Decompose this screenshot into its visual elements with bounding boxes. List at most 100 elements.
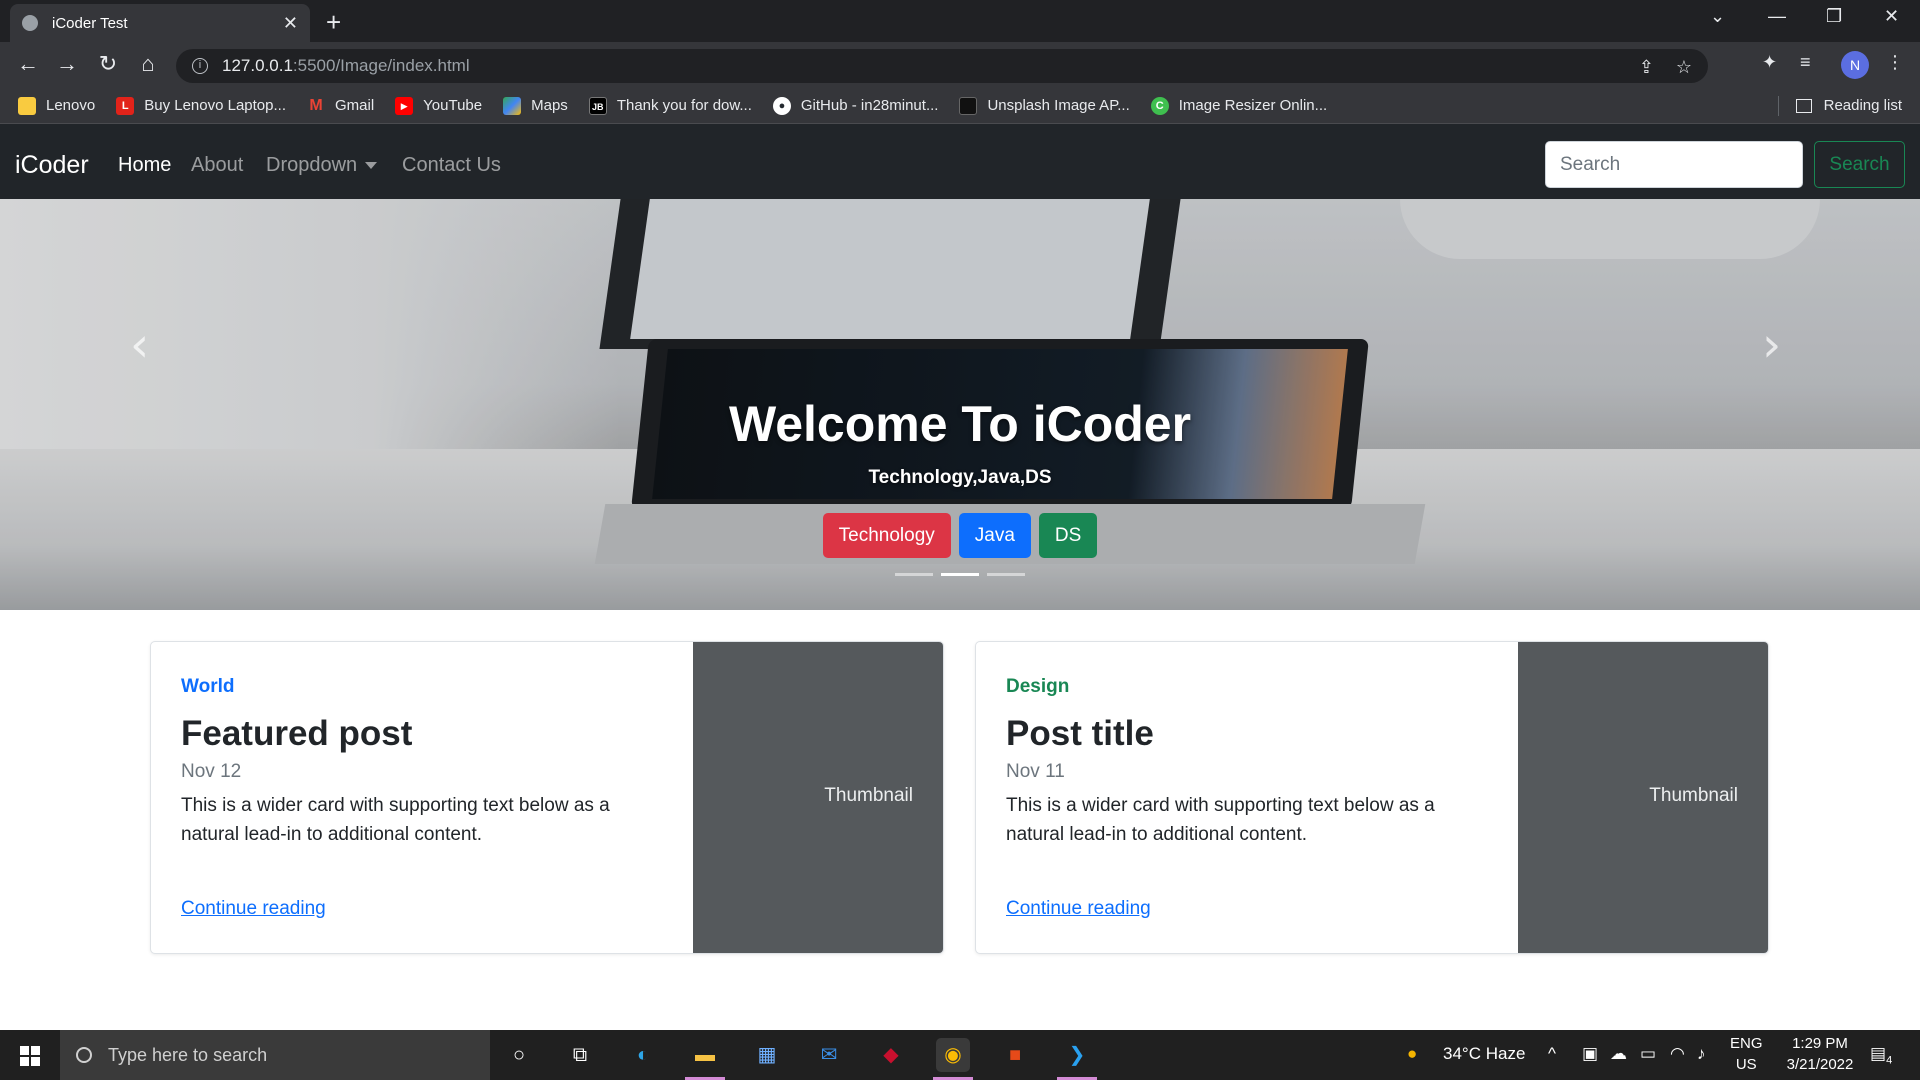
taskbar-search-placeholder: Type here to search: [108, 1044, 268, 1065]
technology-button[interactable]: Technology: [822, 513, 951, 558]
chrome-icon[interactable]: ◉: [936, 1038, 970, 1072]
bookmark-item[interactable]: ● GitHub - in28minut...: [772, 96, 939, 115]
ds-button[interactable]: DS: [1038, 513, 1098, 558]
bookmark-item[interactable]: Maps: [503, 96, 568, 115]
minimize-button[interactable]: —: [1768, 6, 1786, 27]
card-body: Design Post title Nov 11 This is a wider…: [976, 642, 1519, 953]
bookmark-star-icon[interactable]: ☆: [1676, 57, 1692, 78]
file-explorer-icon[interactable]: ▬: [688, 1038, 722, 1072]
store-icon[interactable]: ▦: [750, 1038, 784, 1072]
restore-button[interactable]: ❐: [1826, 6, 1842, 27]
close-window-button[interactable]: ✕: [1884, 6, 1899, 27]
new-tab-button[interactable]: +: [326, 7, 341, 38]
jetbrains-icon: JB: [588, 96, 607, 115]
java-button[interactable]: Java: [958, 513, 1031, 558]
carousel-indicator[interactable]: [895, 573, 933, 576]
nav-dropdown-label: Dropdown: [266, 154, 358, 176]
task-view-icon[interactable]: ⧉: [563, 1038, 597, 1072]
bookmark-label: Unsplash Image AP...: [987, 97, 1130, 114]
tab-search-icon[interactable]: ⌄: [1710, 6, 1725, 27]
extensions-icon[interactable]: ✦: [1762, 52, 1777, 73]
windows-start-icon[interactable]: [20, 1046, 40, 1066]
bookmark-label: GitHub - in28minut...: [800, 97, 939, 114]
bookmark-item[interactable]: L Buy Lenovo Laptop...: [116, 96, 286, 115]
card-body: World Featured post Nov 12 This is a wid…: [151, 642, 694, 953]
weather-icon[interactable]: ●: [1407, 1044, 1417, 1064]
site-info-icon[interactable]: i: [192, 58, 208, 74]
language-bottom: US: [1735, 1056, 1757, 1073]
onedrive-icon[interactable]: ☁: [1610, 1044, 1627, 1064]
meet-icon[interactable]: ▣: [1582, 1044, 1598, 1064]
url-path: :5500/Image/index.html: [292, 56, 470, 75]
search-input[interactable]: [1545, 141, 1803, 188]
back-button[interactable]: ←: [14, 51, 42, 77]
nav-home[interactable]: Home: [118, 154, 171, 177]
card-title: Featured post: [181, 714, 413, 753]
home-icon[interactable]: ⌂: [134, 51, 162, 77]
bookmark-item[interactable]: ▶ YouTube: [395, 96, 482, 115]
maps-icon: [503, 96, 522, 115]
gmail-icon: M: [309, 96, 323, 114]
menu-kebab-icon[interactable]: ⋮: [1886, 52, 1904, 73]
nav-contact[interactable]: Contact Us: [402, 154, 501, 177]
youtube-icon: ▶: [395, 96, 414, 115]
office-icon[interactable]: ■: [998, 1038, 1032, 1072]
mail-icon[interactable]: ✉: [812, 1038, 846, 1072]
hero-carousel: ‹ › Welcome To iCoder Technology,Java,DS…: [0, 199, 1920, 610]
bookmark-item[interactable]: C Image Resizer Onlin...: [1150, 96, 1327, 115]
address-bar[interactable]: i 127.0.0.1 :5500/Image/index.html ⇪ ☆: [176, 49, 1708, 83]
url-host: 127.0.0.1: [222, 56, 293, 75]
continue-reading-link[interactable]: Continue reading: [1006, 898, 1151, 920]
vscode-icon[interactable]: ❯: [1060, 1038, 1094, 1072]
card-thumbnail: Thumbnail: [693, 642, 943, 953]
card-category: Design: [1006, 676, 1070, 697]
taskbar-search[interactable]: Type here to search: [60, 1030, 490, 1080]
browser-toolbar: ← → ↻ ⌂ i 127.0.0.1 :5500/Image/index.ht…: [0, 42, 1920, 88]
search-button[interactable]: Search: [1814, 141, 1905, 188]
edge-icon[interactable]: ◐: [626, 1038, 660, 1072]
language-indicator[interactable]: ENG US: [1730, 1035, 1763, 1073]
wifi-icon[interactable]: ◠: [1670, 1044, 1685, 1064]
carousel-next-icon[interactable]: ›: [1762, 317, 1781, 373]
carousel-indicator[interactable]: [987, 573, 1025, 576]
carousel-prev-icon[interactable]: ‹: [130, 317, 149, 373]
continue-reading-link[interactable]: Continue reading: [181, 898, 326, 920]
close-tab-icon[interactable]: ✕: [283, 13, 298, 34]
card-date: Nov 11: [1006, 761, 1065, 782]
volume-icon[interactable]: ♪: [1697, 1044, 1706, 1064]
bookmark-label: Gmail: [335, 97, 375, 114]
notification-count: 4: [1886, 1054, 1893, 1067]
bookmark-label: Buy Lenovo Laptop...: [144, 97, 286, 114]
nav-dropdown[interactable]: Dropdown: [266, 154, 378, 177]
reload-button[interactable]: ↻: [94, 51, 122, 77]
bookmark-label: Maps: [531, 97, 568, 114]
tray-chevron-icon[interactable]: ^: [1548, 1044, 1556, 1064]
bookmarks-divider: [1778, 96, 1779, 116]
mcafee-icon[interactable]: ◆: [874, 1038, 908, 1072]
language-top: ENG: [1730, 1035, 1763, 1052]
browser-tab[interactable]: iCoder Test ✕: [10, 4, 310, 42]
bookmark-item[interactable]: M Gmail: [307, 97, 374, 115]
cortana-icon[interactable]: ○: [502, 1038, 536, 1072]
card-date: Nov 12: [181, 761, 242, 782]
resizer-icon: C: [1150, 96, 1169, 115]
brand-logo[interactable]: iCoder: [15, 151, 89, 180]
bookmark-item[interactable]: Lenovo: [18, 96, 95, 115]
clock[interactable]: 1:29 PM 3/21/2022: [1775, 1035, 1865, 1073]
bookmark-item[interactable]: Unsplash Image AP...: [959, 96, 1130, 115]
profile-avatar[interactable]: N: [1841, 51, 1869, 79]
forward-button[interactable]: →: [53, 51, 81, 77]
battery-icon[interactable]: ▭: [1640, 1044, 1656, 1064]
media-control-icon[interactable]: ≡: [1800, 52, 1811, 73]
windows-taskbar: Type here to search ○ ⧉ ◐ ▬ ▦ ✉ ◆ ◉ ■ ❯ …: [0, 1030, 1920, 1080]
nav-about[interactable]: About: [191, 154, 243, 177]
weather-text[interactable]: 34°C Haze: [1443, 1044, 1525, 1064]
caret-down-icon: [365, 162, 378, 170]
bookmarks-bar: Lenovo L Buy Lenovo Laptop... M Gmail ▶ …: [0, 88, 1920, 124]
carousel-indicator-active[interactable]: [941, 573, 979, 576]
reading-list-button[interactable]: Reading list: [1795, 97, 1902, 114]
share-icon[interactable]: ⇪: [1639, 57, 1654, 78]
bookmark-item[interactable]: JB Thank you for dow...: [588, 96, 752, 115]
notification-icon[interactable]: ▤4: [1870, 1044, 1892, 1066]
card-text: This is a wider card with supporting tex…: [181, 795, 610, 845]
